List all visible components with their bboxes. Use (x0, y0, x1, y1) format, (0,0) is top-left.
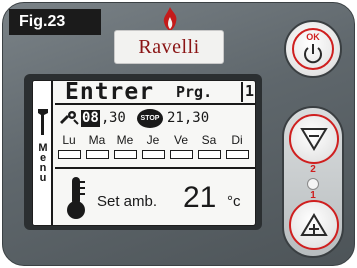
day-checkbox (198, 150, 221, 159)
flame-logo-icon (163, 7, 177, 31)
day-wednesday: Me (113, 133, 137, 163)
stop-badge: STOP (137, 109, 163, 128)
minus-chevron-icon (300, 128, 328, 151)
day-checkbox (142, 150, 165, 159)
brand-logo: Ravelli (114, 30, 224, 64)
lcd-display: M e n u Entrer Prg. 1 08 , 30 STOP 21,30… (32, 80, 256, 226)
plus-chevron-icon (300, 213, 328, 236)
day-checkbox (114, 150, 137, 159)
weekday-row: Lu Ma Me Je Ve Sa Di (55, 133, 255, 163)
down-button[interactable] (289, 114, 339, 164)
menu-strip: M e n u (33, 81, 53, 225)
day-label: Ve (173, 133, 188, 147)
day-label: Lu (62, 133, 76, 147)
navigation-buttons: 2 1 (282, 106, 344, 258)
program-number: 1 (241, 82, 255, 102)
off-time: 21,30 (167, 110, 210, 126)
on-time-minutes: 30 (109, 110, 126, 126)
day-friday: Ve (169, 133, 193, 163)
program-label: Prg. (176, 83, 213, 101)
day-checkbox (58, 150, 81, 159)
day-thursday: Je (141, 133, 165, 163)
status-led (307, 178, 319, 190)
day-label: Sa (201, 133, 217, 147)
wrench-icon (38, 109, 48, 135)
set-ambient-label: Set amb. (97, 193, 158, 210)
day-checkbox (170, 150, 193, 159)
menu-letter: u (39, 172, 47, 184)
day-saturday: Sa (197, 133, 221, 163)
on-time-hour: 08 (81, 110, 100, 127)
schedule-time-row: 08 , 30 STOP 21,30 (57, 109, 255, 129)
temperature-unit: °c (227, 193, 241, 210)
day-sunday: Di (225, 133, 249, 163)
day-checkbox (226, 150, 249, 159)
power-icon (304, 44, 322, 64)
thermometer-icon (67, 177, 85, 219)
lcd-title-row: Entrer Prg. 1 (55, 80, 255, 105)
lcd-divider (55, 167, 255, 169)
lcd-title: Entrer (65, 80, 155, 105)
day-label: Je (146, 133, 160, 147)
day-label: Ma (88, 133, 106, 147)
day-label: Di (231, 133, 243, 147)
day-tuesday: Ma (85, 133, 109, 163)
menu-label: M e n u (36, 143, 50, 184)
down-button-number: 2 (310, 164, 316, 175)
ignition-key-icon (60, 111, 79, 125)
day-checkbox (86, 150, 109, 159)
ok-label: OK (306, 32, 320, 42)
ok-power-button[interactable]: OK (284, 20, 342, 78)
brand-name: Ravelli (138, 35, 200, 58)
set-ambient-value: 21 (183, 181, 217, 214)
up-button[interactable] (289, 200, 339, 250)
figure-tag: Fig.23 (9, 9, 101, 35)
day-monday: Lu (57, 133, 81, 163)
day-label: Me (116, 133, 134, 147)
